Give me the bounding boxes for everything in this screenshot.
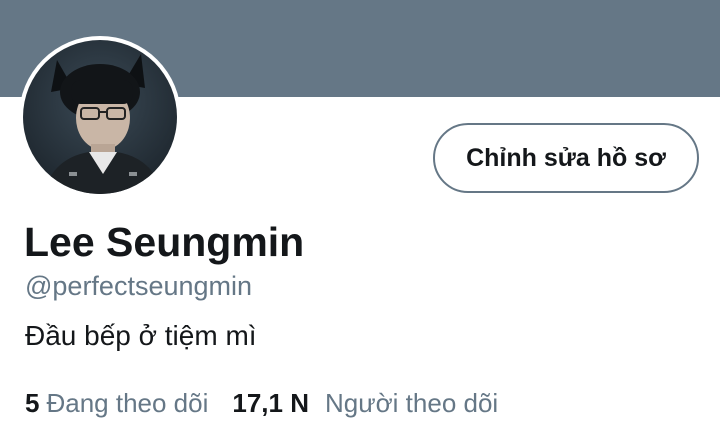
profile-bio: Đầu bếp ở tiệm mì: [25, 320, 257, 351]
user-handle: @perfectseungmin: [25, 271, 253, 301]
avatar-photo: [23, 40, 177, 194]
display-name: Lee Seungmin: [24, 219, 305, 265]
following-label: Đang theo dõi: [46, 388, 209, 418]
profile-stats: 5 Đang theo dõi 17,1 N Người theo dõi: [25, 386, 522, 420]
avatar[interactable]: [19, 36, 181, 198]
followers-count: 17,1 N: [232, 388, 309, 418]
followers-stat[interactable]: 17,1 N Người theo dõi: [232, 386, 498, 420]
following-stat[interactable]: 5 Đang theo dõi: [25, 386, 208, 420]
edit-profile-button[interactable]: Chỉnh sửa hồ sơ: [433, 123, 699, 193]
following-count: 5: [25, 388, 40, 418]
followers-label: Người theo dõi: [324, 388, 499, 418]
